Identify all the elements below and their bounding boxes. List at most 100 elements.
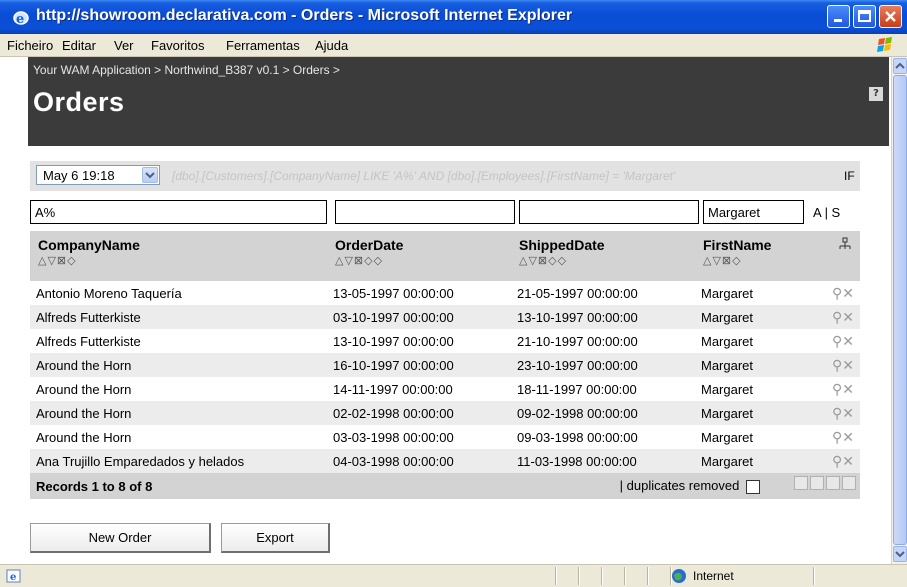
table-row[interactable]: Around the Horn 14-11-1997 00:00:00 18-1… [30, 377, 860, 401]
maximize-button[interactable] [853, 5, 876, 28]
cell-orderdate: 13-10-1997 00:00:00 [333, 333, 454, 349]
hierarchy-icon[interactable] [838, 237, 852, 260]
table-header-row: CompanyName △▽⊠◇ OrderDate △▽⊠◇◇ ShippedDa… [30, 231, 860, 281]
delete-icon[interactable]: ✕ [842, 381, 854, 397]
column-header-shippeddate[interactable]: ShippedDate △▽⊠◇◇ [511, 231, 695, 281]
row-actions: ⚲✕ [806, 281, 860, 305]
scroll-up-icon[interactable] [893, 58, 907, 74]
sort-icons[interactable]: △▽⊠◇ [38, 254, 327, 267]
cell-companyname: Alfreds Futterkiste [30, 305, 327, 329]
table-row[interactable]: Around the Horn 03-03-1998 00:00:00 09-0… [30, 425, 860, 449]
menu-bar: Ficheiro Editar Ver Favoritos Ferramenta… [0, 34, 907, 57]
menu-editar[interactable]: Editar [62, 38, 96, 53]
cell-firstname: Margaret [695, 353, 806, 377]
cell-orderdate: 04-03-1998 00:00:00 [327, 449, 511, 473]
and-or-toggle[interactable]: A | S [813, 205, 840, 220]
chevron-down-icon[interactable] [142, 167, 158, 183]
column-label[interactable]: OrderDate [335, 237, 403, 253]
scroll-down-icon[interactable] [893, 546, 907, 562]
menu-ficheiro[interactable]: Ficheiro [7, 38, 53, 53]
cell-companyname: Antonio Moreno Taquería [36, 285, 182, 301]
shippeddate-filter-input[interactable] [519, 200, 699, 224]
table-row[interactable]: Alfreds Futterkiste 13-10-1997 00:00:00 … [30, 329, 860, 353]
status-bar: e Internet [0, 564, 907, 587]
duplicates-checkbox[interactable] [746, 479, 760, 494]
page-viewport: Your WAM Application > Northwind_B387 v0… [0, 57, 891, 564]
row-actions: ⚲✕ [806, 425, 860, 449]
menu-ver[interactable]: Ver [114, 38, 134, 53]
where-clause: [dbo].[Customers].[CompanyName] LIKE 'A%… [172, 169, 676, 183]
column-header-firstname[interactable]: FirstName △▽⊠◇ [695, 231, 806, 281]
menu-favoritos[interactable]: Favoritos [151, 38, 204, 53]
table-row[interactable]: Antonio Moreno Taquería 13-05-1997 00:00… [30, 281, 860, 305]
if-label[interactable]: IF [844, 169, 855, 183]
sort-icons[interactable]: △▽⊠◇◇ [519, 254, 695, 267]
delete-icon[interactable]: ✕ [842, 357, 854, 373]
firstname-filter-input[interactable] [703, 200, 804, 224]
delete-icon[interactable]: ✕ [842, 405, 854, 421]
column-label[interactable]: FirstName [703, 237, 771, 253]
sort-icons[interactable]: △▽⊠◇◇ [335, 254, 511, 267]
table-row[interactable]: Around the Horn 02-02-1998 00:00:00 09-0… [30, 401, 860, 425]
table-row[interactable]: Ana Trujillo Emparedados y helados 04-03… [30, 449, 860, 473]
cell-shippeddate: 21-05-1997 00:00:00 [517, 285, 638, 301]
view-icon[interactable]: ⚲ [832, 309, 842, 325]
view-icon[interactable]: ⚲ [832, 333, 842, 349]
menu-ajuda[interactable]: Ajuda [315, 38, 348, 53]
row-actions: ⚲✕ [806, 353, 860, 377]
last-page-icon[interactable] [842, 476, 856, 490]
view-icon[interactable]: ⚲ [832, 285, 842, 301]
vertical-scrollbar[interactable] [891, 57, 907, 564]
snapshot-select[interactable]: May 6 19:18 [36, 165, 160, 185]
cell-shippeddate: 21-10-1997 00:00:00 [517, 333, 638, 349]
delete-icon[interactable]: ✕ [842, 429, 854, 445]
delete-icon[interactable]: ✕ [842, 309, 854, 325]
windows-logo-icon [871, 35, 903, 55]
close-button[interactable] [879, 5, 902, 28]
breadcrumb[interactable]: Your WAM Application > Northwind_B387 v0… [33, 63, 340, 77]
pager-controls [794, 476, 856, 490]
delete-icon[interactable]: ✕ [842, 333, 854, 349]
row-actions: ⚲✕ [806, 377, 860, 401]
cell-companyname: Alfreds Futterkiste [36, 333, 141, 349]
orderdate-filter-input[interactable] [335, 200, 515, 224]
table-row[interactable]: Alfreds Futterkiste 03-10-1997 00:00:00 … [30, 305, 860, 329]
cell-shippeddate: 09-03-1998 00:00:00 [517, 429, 638, 445]
delete-icon[interactable]: ✕ [842, 285, 854, 301]
delete-icon[interactable]: ✕ [842, 453, 854, 469]
cell-shippeddate: 09-02-1998 00:00:00 [511, 401, 695, 425]
orders-table: CompanyName △▽⊠◇ OrderDate △▽⊠◇◇ ShippedDa… [30, 231, 860, 499]
view-icon[interactable]: ⚲ [832, 429, 842, 445]
snapshot-value: May 6 19:18 [43, 168, 115, 183]
scrollbar-thumb[interactable] [893, 75, 907, 545]
security-zone-label: Internet [693, 569, 734, 583]
page-done-icon: e [6, 568, 22, 587]
view-icon[interactable]: ⚲ [832, 453, 842, 469]
view-icon[interactable]: ⚲ [832, 381, 842, 397]
status-separator [813, 567, 814, 585]
next-page-icon[interactable] [826, 476, 840, 490]
company-filter-input[interactable] [30, 200, 327, 224]
window-title-bar: e http://showroom.declarativa.com - Orde… [0, 0, 907, 34]
export-button[interactable]: Export [221, 523, 330, 553]
help-icon[interactable]: ? [869, 87, 883, 101]
new-order-button[interactable]: New Order [30, 523, 211, 553]
first-page-icon[interactable] [794, 476, 808, 490]
cell-firstname: Margaret [695, 449, 806, 473]
prev-page-icon[interactable] [810, 476, 824, 490]
table-row[interactable]: Around the Horn 16-10-1997 00:00:00 23-1… [30, 353, 860, 377]
column-header-orderdate[interactable]: OrderDate △▽⊠◇◇ [327, 231, 511, 281]
column-label[interactable]: CompanyName [38, 237, 140, 253]
cell-shippeddate: 13-10-1997 00:00:00 [511, 305, 695, 329]
view-icon[interactable]: ⚲ [832, 357, 842, 373]
column-label[interactable]: ShippedDate [519, 237, 605, 253]
cell-companyname: Around the Horn [30, 353, 327, 377]
svg-text:e: e [10, 572, 16, 583]
status-separator [647, 567, 648, 585]
minimize-button[interactable] [827, 5, 850, 28]
column-header-companyname[interactable]: CompanyName △▽⊠◇ [30, 231, 327, 281]
view-icon[interactable]: ⚲ [832, 405, 842, 421]
cell-firstname: Margaret [695, 305, 806, 329]
menu-ferramentas[interactable]: Ferramentas [226, 38, 300, 53]
sort-icons[interactable]: △▽⊠◇ [703, 254, 806, 267]
